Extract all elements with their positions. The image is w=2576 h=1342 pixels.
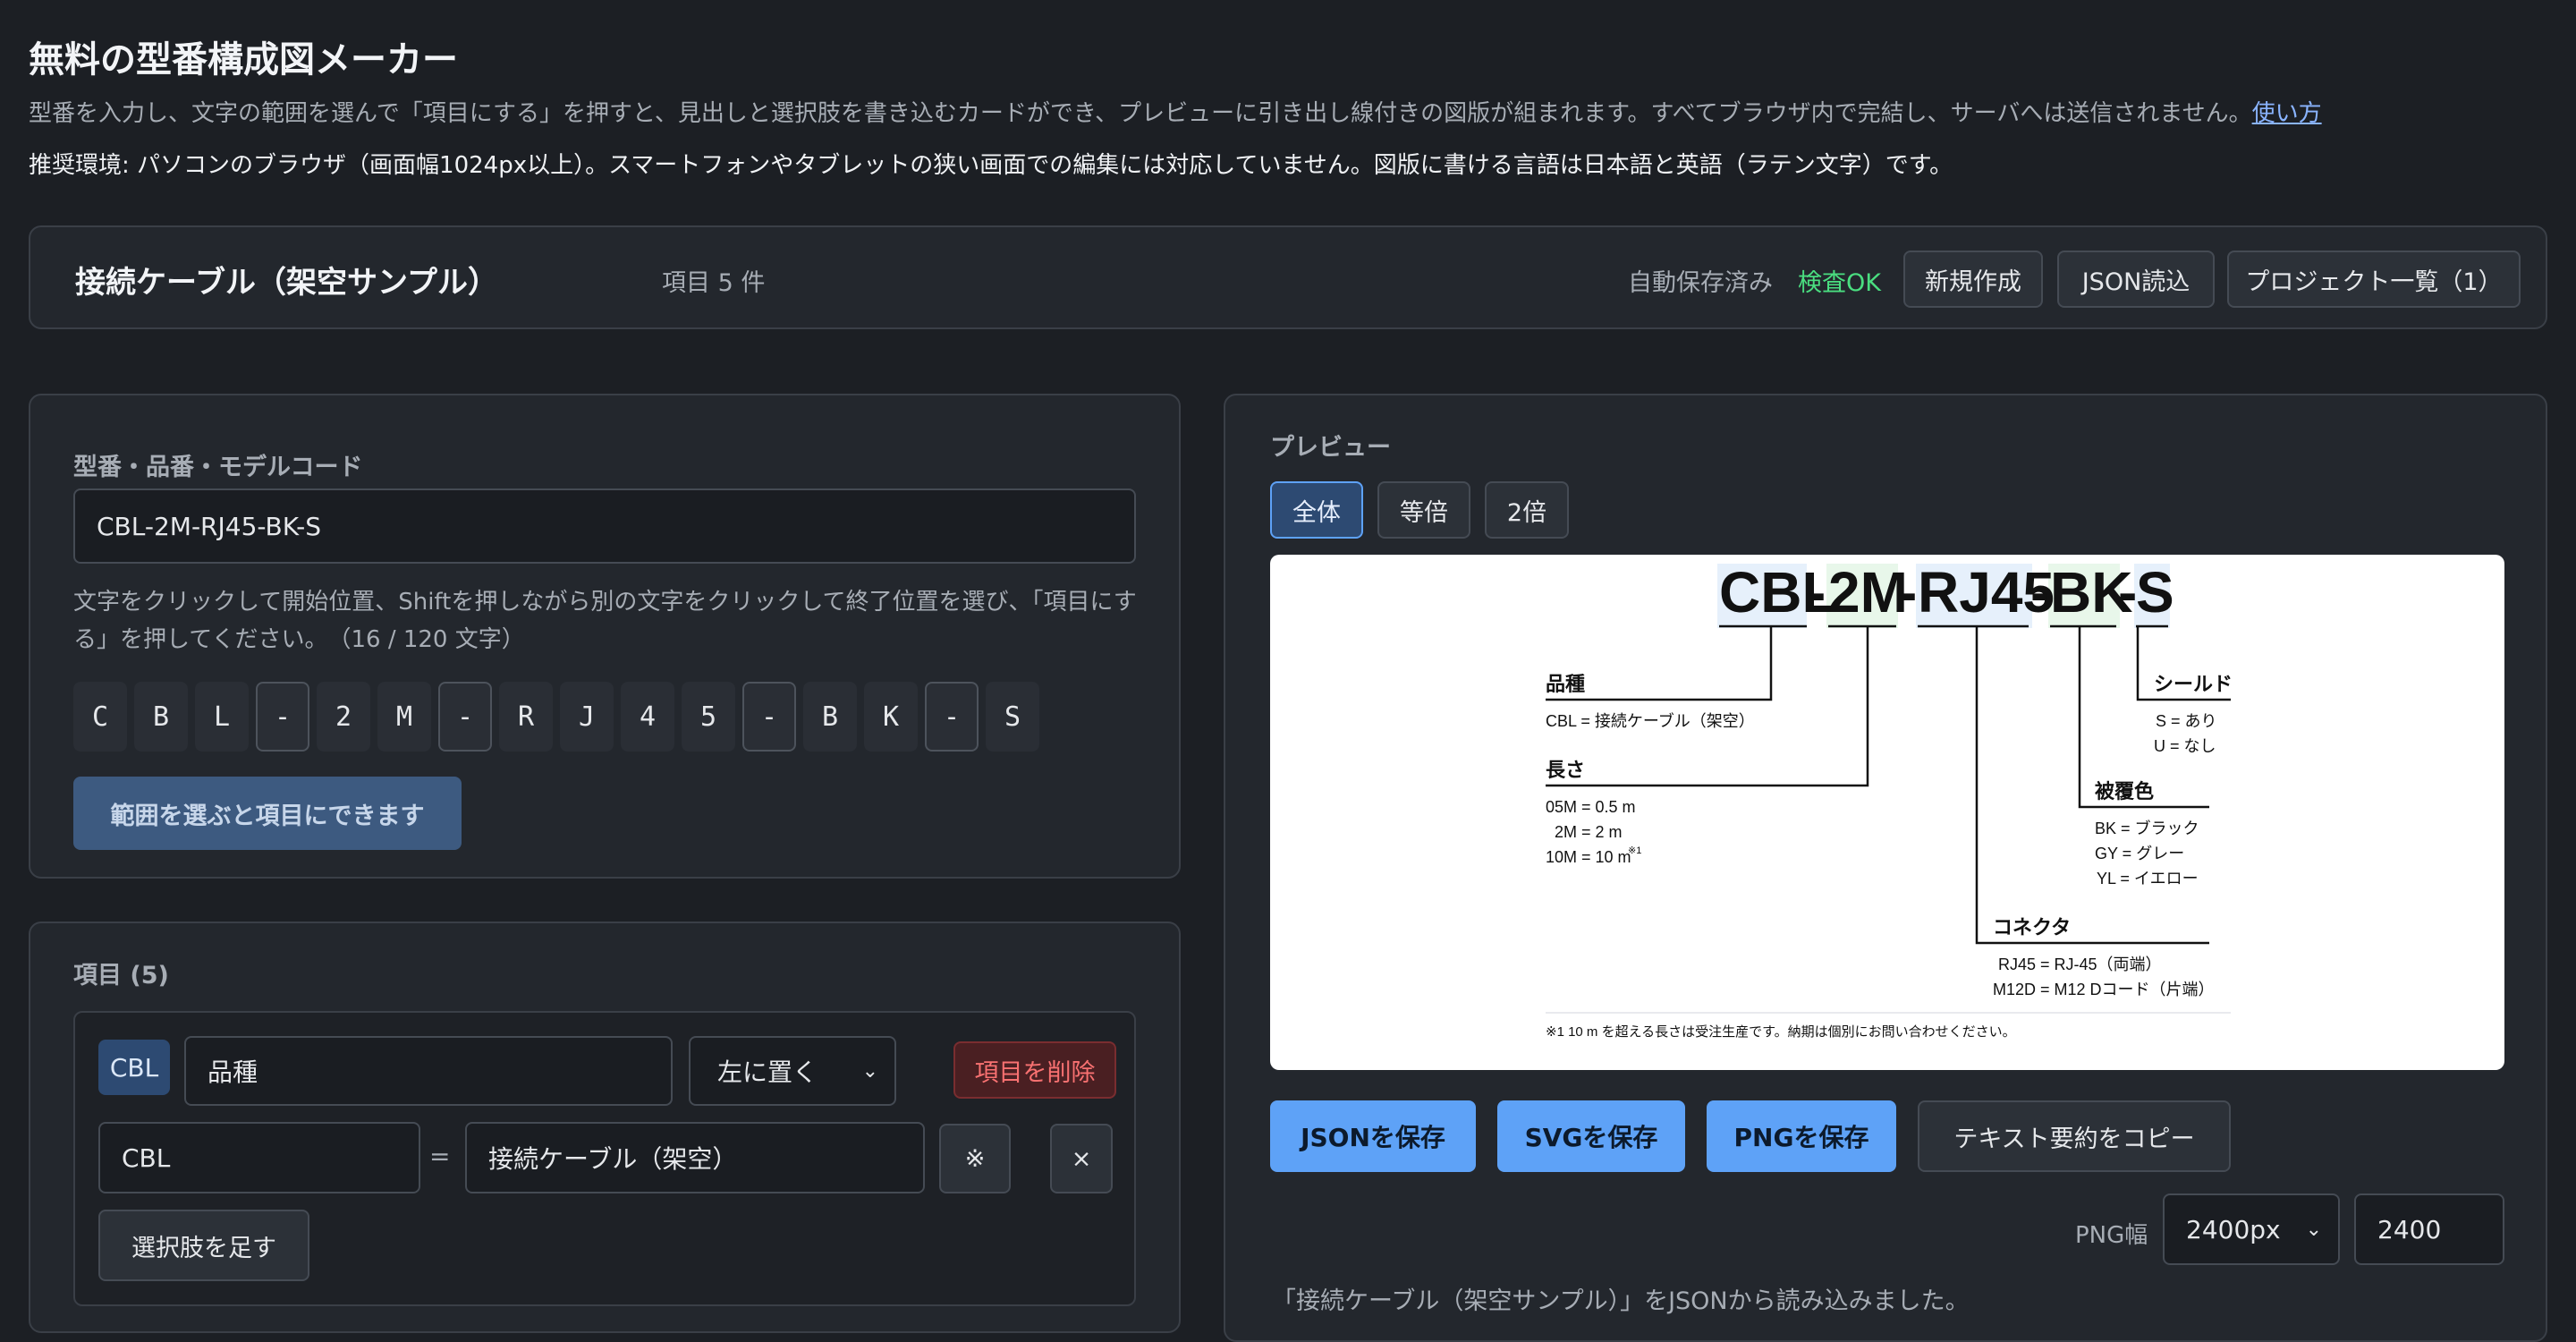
group-length-line: 10M = 10 m (1546, 848, 1631, 866)
group-color-line: BK = ブラック (2095, 819, 2199, 837)
option-value-input[interactable]: 接続ケーブル（架空） (465, 1122, 925, 1193)
zoom-tab-2x[interactable]: 2倍 (1485, 481, 1569, 539)
items-panel: 項目 (5) CBL 品種 左に置く ⌄ 項目を削除 CBL = 接続ケーブル（… (29, 922, 1181, 1333)
project-list-button[interactable]: プロジェクト一覧（1） (2227, 251, 2521, 308)
char-cell[interactable]: K (864, 682, 918, 752)
char-cell[interactable]: - (742, 682, 796, 752)
save-png-button[interactable]: PNGを保存 (1707, 1100, 1896, 1172)
diagram-svg: CBL - 2M - RJ45 - BK - S 品種 CBL = 接続ケーブル… (1546, 560, 2233, 1040)
char-cell[interactable]: 4 (621, 682, 674, 752)
char-cell[interactable]: - (438, 682, 492, 752)
description-text: 型番を入力し、文字の範囲を選んで「項目にする」を押すと、見出しと選択肢を書き込む… (29, 100, 2252, 127)
preview-panel: プレビュー 全体 等倍 2倍 CBL - 2M - RJ45 - BK - S (1224, 394, 2547, 1342)
zoom-tab-1x[interactable]: 等倍 (1377, 481, 1470, 539)
status-message: 「接続ケーブル（架空サンプル）」をJSONから読み込みました。 (1272, 1287, 1970, 1315)
placement-select[interactable]: 左に置く ⌄ (689, 1036, 896, 1106)
item-heading-input[interactable]: 品種 (184, 1036, 673, 1106)
group-color-line: GY = グレー (2095, 845, 2184, 862)
items-label: 項目 (5) (73, 962, 169, 990)
char-cell[interactable]: B (134, 682, 188, 752)
autosave-status: 自動保存済み (1628, 269, 1773, 297)
char-count: （16 / 120 文字） (339, 626, 525, 653)
char-cell[interactable]: - (256, 682, 309, 752)
remove-option-button[interactable]: × (1050, 1124, 1113, 1193)
char-cell[interactable]: M (377, 682, 431, 752)
json-load-button[interactable]: JSON読込 (2057, 251, 2215, 308)
char-cell[interactable]: 5 (682, 682, 735, 752)
project-title: 接続ケーブル（架空サンプル） (75, 265, 498, 301)
page-description: 型番を入力し、文字の範囲を選んで「項目にする」を押すと、見出しと選択肢を書き込む… (29, 95, 2322, 128)
png-width-label: PNG幅 (2075, 1222, 2148, 1249)
model-code-label: 型番・品番・モデルコード (73, 454, 363, 481)
char-cell[interactable]: R (499, 682, 553, 752)
diagram-footnote: ※1 10 m を超える長さは受注生産です。納期は個別にお問い合わせください。 (1546, 1024, 2016, 1040)
char-cell[interactable]: C (73, 682, 127, 752)
group-length-title: 長さ (1546, 759, 1585, 781)
char-cell[interactable]: - (925, 682, 979, 752)
group-length-line: 2M = 2 m (1555, 823, 1623, 841)
part-dash: - (1807, 560, 1826, 624)
copy-summary-button[interactable]: テキスト要約をコピー (1918, 1100, 2231, 1172)
diagram-canvas: CBL - 2M - RJ45 - BK - S 品種 CBL = 接続ケーブル… (1270, 555, 2504, 1070)
png-width-select[interactable]: 2400px ⌄ (2163, 1193, 2340, 1265)
char-cell[interactable]: 2 (317, 682, 370, 752)
group-connector-title: コネクタ (1993, 916, 2071, 939)
char-cell[interactable]: L (195, 682, 249, 752)
char-selector: C B L - 2 M - R J 4 5 - B K - S (73, 682, 1039, 752)
part-dash: - (2118, 560, 2137, 624)
group-color-line: YL = イエロー (2097, 870, 2199, 888)
group-shield-line: U = なし (2154, 737, 2216, 755)
zoom-tab-fit[interactable]: 全体 (1270, 481, 1363, 539)
model-code-panel: 型番・品番・モデルコード CBL-2M-RJ45-BK-S 文字をクリックして開… (29, 394, 1181, 879)
add-option-button[interactable]: 選択肢を足す (98, 1210, 309, 1281)
group-connector-line: M12D = M12 Dコード（片端） (1993, 981, 2215, 998)
chevron-down-icon: ⌄ (2305, 1218, 2322, 1241)
check-status: 検査OK (1798, 269, 1881, 297)
page-title: 無料の型番構成図メーカー (29, 39, 458, 81)
group-color-title: 被覆色 (2095, 780, 2154, 803)
group-length-note-mark: ※1 (1628, 845, 1641, 856)
part-shield: S (2136, 560, 2174, 624)
project-bar: 接続ケーブル（架空サンプル） 項目 5 件 自動保存済み 検査OK 新規作成 J… (29, 225, 2547, 329)
item-count: 項目 5 件 (662, 269, 766, 297)
part-dash: - (2030, 560, 2049, 624)
group-shield-line: S = あり (2156, 712, 2217, 730)
group-kind-line: CBL = 接続ケーブル（架空） (1546, 711, 1755, 730)
part-length: 2M (1828, 560, 1908, 624)
save-json-button[interactable]: JSONを保存 (1270, 1100, 1476, 1172)
equals-sign: = (429, 1142, 451, 1171)
chevron-down-icon: ⌄ (861, 1059, 878, 1083)
model-code-input[interactable]: CBL-2M-RJ45-BK-S (73, 488, 1136, 564)
preview-label: プレビュー (1270, 434, 1391, 462)
group-shield-title: シールド (2154, 673, 2233, 695)
close-icon: × (1071, 1144, 1092, 1173)
environment-note: 推奨環境: パソコンのブラウザ（画面幅1024px以上）。スマートフォンやタブレ… (29, 152, 1953, 179)
placement-value: 左に置く (717, 1057, 818, 1087)
note-button[interactable]: ※ (939, 1124, 1011, 1193)
new-project-button[interactable]: 新規作成 (1903, 251, 2043, 308)
make-item-button[interactable]: 範囲を選ぶと項目にできます (73, 777, 462, 850)
char-cell[interactable]: B (803, 682, 857, 752)
help-text: 文字をクリックして開始位置、Shiftを押しながら別の文字をクリックして終了位置… (73, 589, 1137, 653)
option-code-input[interactable]: CBL (98, 1122, 420, 1193)
part-dash: - (1898, 560, 1917, 624)
group-kind-title: 品種 (1546, 673, 1585, 695)
group-length-line: 05M = 0.5 m (1546, 798, 1636, 816)
item-card: CBL 品種 左に置く ⌄ 項目を削除 CBL = 接続ケーブル（架空） ※ ×… (73, 1011, 1136, 1306)
save-svg-button[interactable]: SVGを保存 (1497, 1100, 1685, 1172)
char-cell[interactable]: J (560, 682, 614, 752)
png-width-input[interactable]: 2400 (2354, 1193, 2504, 1265)
group-connector-line: RJ45 = RJ-45（両端） (1998, 956, 2162, 973)
delete-item-button[interactable]: 項目を削除 (953, 1041, 1116, 1099)
model-code-help: 文字をクリックして開始位置、Shiftを押しながら別の文字をクリックして終了位置… (73, 583, 1138, 658)
char-cell[interactable]: S (986, 682, 1039, 752)
png-width-select-value: 2400px (2186, 1214, 2281, 1244)
item-tag: CBL (98, 1040, 170, 1095)
help-link[interactable]: 使い方 (2252, 100, 2322, 127)
